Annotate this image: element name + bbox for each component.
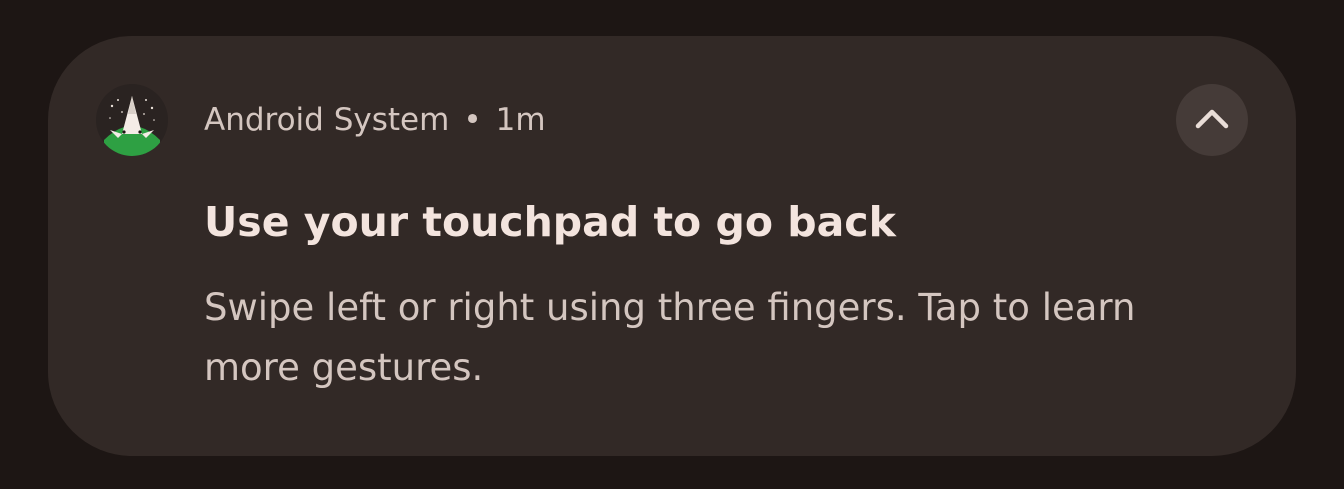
app-name: Android System bbox=[204, 102, 450, 138]
notification-time: 1m bbox=[495, 102, 546, 138]
notification-header: Android System • 1m bbox=[204, 98, 546, 142]
android-system-icon bbox=[96, 84, 168, 156]
notification-title: Use your touchpad to go back bbox=[204, 198, 896, 246]
chevron-up-icon bbox=[1195, 109, 1229, 129]
notification-card[interactable]: Android System • 1m Use your touchpad to g… bbox=[48, 36, 1296, 456]
notification-body: Swipe left or right using three fingers.… bbox=[204, 286, 1136, 389]
header-separator: • bbox=[463, 102, 482, 138]
collapse-button[interactable] bbox=[1176, 84, 1248, 156]
